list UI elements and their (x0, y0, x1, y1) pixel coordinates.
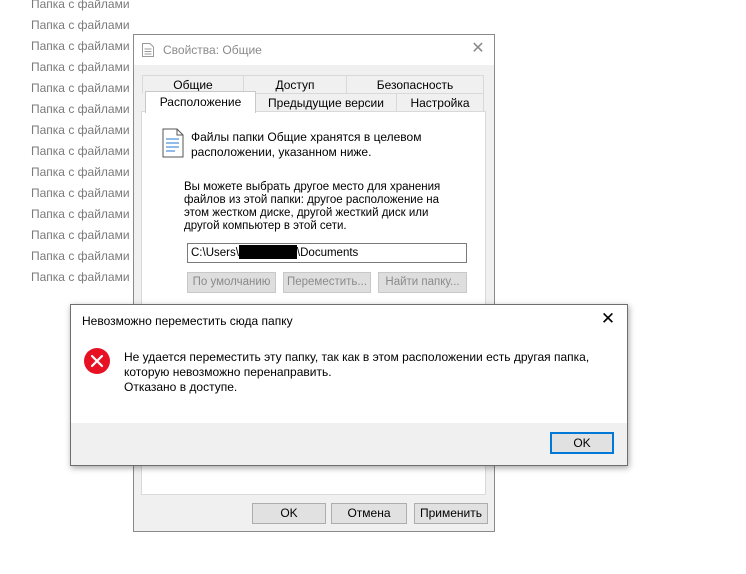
title-bar[interactable]: Свойства: Общие ✕ (134, 35, 494, 65)
list-item[interactable]: Папка с файлами (31, 15, 130, 36)
redacted-username (238, 245, 297, 259)
close-icon[interactable]: ✕ (470, 41, 486, 57)
error-ok-button[interactable]: OK (550, 432, 614, 454)
error-dialog: Невозможно переместить сюда папку ✕ Не у… (70, 304, 628, 466)
list-item[interactable]: Папка с файлами (31, 246, 130, 267)
location-info-text: Файлы папки Общие хранятся в целевом рас… (191, 130, 422, 159)
restore-default-button[interactable]: По умолчанию (187, 272, 276, 293)
error-icon (84, 348, 110, 374)
error-message-line: Не удается переместить эту папку, так ка… (124, 350, 590, 364)
list-item[interactable]: Папка с файлами (31, 162, 130, 183)
list-item[interactable]: Папка с файлами (31, 267, 130, 288)
list-item[interactable]: Папка с файлами (31, 183, 130, 204)
list-item[interactable]: Папка с файлами (31, 57, 130, 78)
path-input[interactable]: C:\Users\ \Documents (187, 243, 467, 263)
location-help-text: Вы можете выбрать другое место для хране… (184, 181, 441, 232)
error-message-line: Отказано в доступе. (124, 380, 238, 394)
move-button[interactable]: Переместить... (283, 272, 371, 293)
document-icon (142, 43, 154, 57)
tab-previous-versions[interactable]: Предыдущие версии (255, 93, 397, 111)
document-location-icon (162, 128, 184, 158)
ok-button[interactable]: OK (252, 503, 326, 524)
tab-security[interactable]: Безопасность (346, 75, 484, 93)
list-item[interactable]: Папка с файлами (31, 225, 130, 246)
list-item[interactable]: Папка с файлами (31, 0, 130, 15)
find-target-button[interactable]: Найти папку... (378, 272, 467, 293)
error-message: Не удается переместить эту папку, так ка… (124, 350, 614, 395)
path-suffix: \Documents (296, 247, 359, 259)
close-icon[interactable]: ✕ (599, 310, 617, 328)
list-item[interactable]: Папка с файлами (31, 120, 130, 141)
path-prefix: C:\Users\ (191, 247, 239, 259)
background-file-list: Папка с файлами Папка с файлами Папка с … (31, 0, 130, 288)
error-dialog-title: Невозможно переместить сюда папку (82, 314, 293, 328)
error-message-line: которую невозможно перенаправить. (124, 365, 332, 379)
list-item[interactable]: Папка с файлами (31, 141, 130, 162)
list-item[interactable]: Папка с файлами (31, 36, 130, 57)
list-item[interactable]: Папка с файлами (31, 99, 130, 120)
cancel-button[interactable]: Отмена (331, 503, 407, 524)
list-item[interactable]: Папка с файлами (31, 78, 130, 99)
tab-sharing[interactable]: Доступ (243, 75, 347, 93)
tab-location[interactable]: Расположение (145, 91, 256, 113)
dialog-title: Свойства: Общие (163, 43, 262, 57)
tab-customize[interactable]: Настройка (396, 93, 484, 111)
list-item[interactable]: Папка с файлами (31, 204, 130, 225)
error-dialog-footer: OK (71, 423, 627, 465)
apply-button[interactable]: Применить (414, 503, 488, 524)
